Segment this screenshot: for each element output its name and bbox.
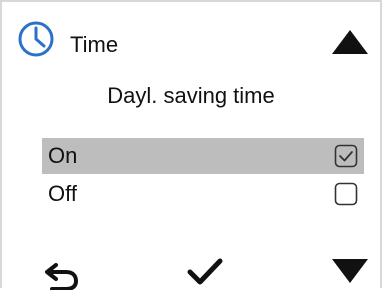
option-label: Off — [48, 181, 77, 206]
checked-checkbox-icon[interactable] — [334, 144, 358, 168]
settings-screen: Time Dayl. saving time On Off — [0, 0, 382, 290]
back-arrow-icon[interactable] — [42, 260, 82, 290]
checkmark-icon[interactable] — [187, 257, 223, 287]
setting-name: Dayl. saving time — [107, 83, 275, 108]
unchecked-checkbox-icon[interactable] — [334, 182, 358, 206]
option-off[interactable]: Off — [42, 176, 364, 212]
page-title: Time — [70, 32, 119, 57]
option-label: On — [48, 143, 78, 168]
option-list: On Off — [42, 138, 364, 214]
header: Time — [2, 2, 380, 58]
triangle-up-icon[interactable] — [330, 28, 370, 58]
triangle-down-icon[interactable] — [330, 256, 370, 286]
option-on[interactable]: On — [42, 138, 364, 174]
clock-icon — [18, 21, 54, 57]
